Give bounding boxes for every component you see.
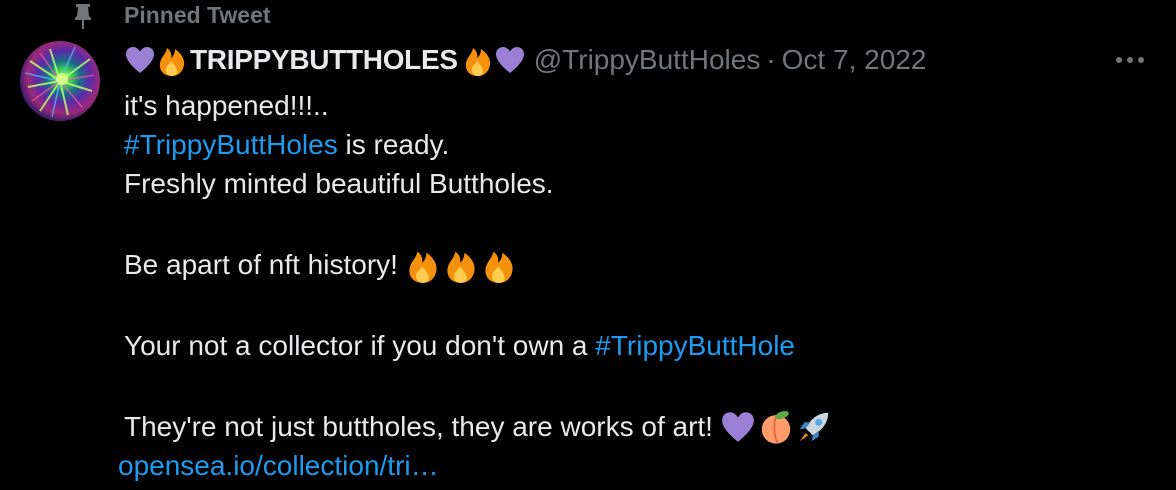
tweet-line: #TrippyButtHoles is ready. <box>124 125 1144 164</box>
pin-icon <box>72 2 94 30</box>
fire-icon <box>462 43 494 77</box>
emoji-group <box>719 408 833 446</box>
fire-icon <box>442 246 480 284</box>
tweet-line: Be apart of nft history! <box>124 245 1144 284</box>
tweet-line-text: Freshly minted beautiful Buttholes. <box>124 168 554 199</box>
tweet-header: TRIPPYBUTTHOLES @TrippyButtHoles · Oct 7… <box>124 42 926 78</box>
tweet-line-text: Be apart of nft history! <box>124 249 398 280</box>
fire-icon <box>156 43 188 77</box>
tweet-line-text: Your not a collector if you don't own a <box>124 330 596 361</box>
display-name[interactable]: TRIPPYBUTTHOLES <box>190 42 458 78</box>
author-handle[interactable]: @TrippyButtHoles <box>534 42 761 78</box>
rocket-icon <box>795 408 833 446</box>
tweet-line: it's happened!!!.. <box>124 86 1144 125</box>
hashtag-link[interactable]: #TrippyButtHoles <box>124 125 338 164</box>
header-separator: · <box>766 44 776 75</box>
external-link[interactable]: opensea.io/collection/tri… <box>118 446 439 485</box>
tweet-line-text: it's happened!!!.. <box>124 90 329 121</box>
hashtag-link[interactable]: #TrippyButtHole <box>595 326 795 365</box>
tweet-date[interactable]: Oct 7, 2022 <box>782 42 927 78</box>
peach-icon <box>757 408 795 446</box>
tweet-text: it's happened!!!.. #TrippyButtHoles is r… <box>118 86 1144 485</box>
tweet-line: Your not a collector if you don't own a … <box>124 326 1144 365</box>
tweet-line: They're not just buttholes, they are wor… <box>124 407 1144 446</box>
fire-icon <box>480 246 518 284</box>
avatar[interactable] <box>20 41 100 121</box>
purple-heart-icon <box>719 410 757 444</box>
pinned-label: Pinned Tweet <box>124 2 271 28</box>
purple-heart-icon <box>124 45 156 75</box>
tweet-line: opensea.io/collection/tri… <box>118 446 1144 485</box>
more-button[interactable] <box>1110 44 1150 76</box>
more-dots-icon <box>1115 51 1145 69</box>
purple-heart-icon <box>494 45 526 75</box>
tweet-line-text: is ready. <box>337 129 450 160</box>
emoji-group <box>404 246 518 284</box>
tweet-line: Freshly minted beautiful Buttholes. <box>124 164 1144 203</box>
pinned-indicator <box>72 0 94 32</box>
tweet-line-text: They're not just buttholes, they are wor… <box>124 411 713 442</box>
fire-icon <box>404 246 442 284</box>
